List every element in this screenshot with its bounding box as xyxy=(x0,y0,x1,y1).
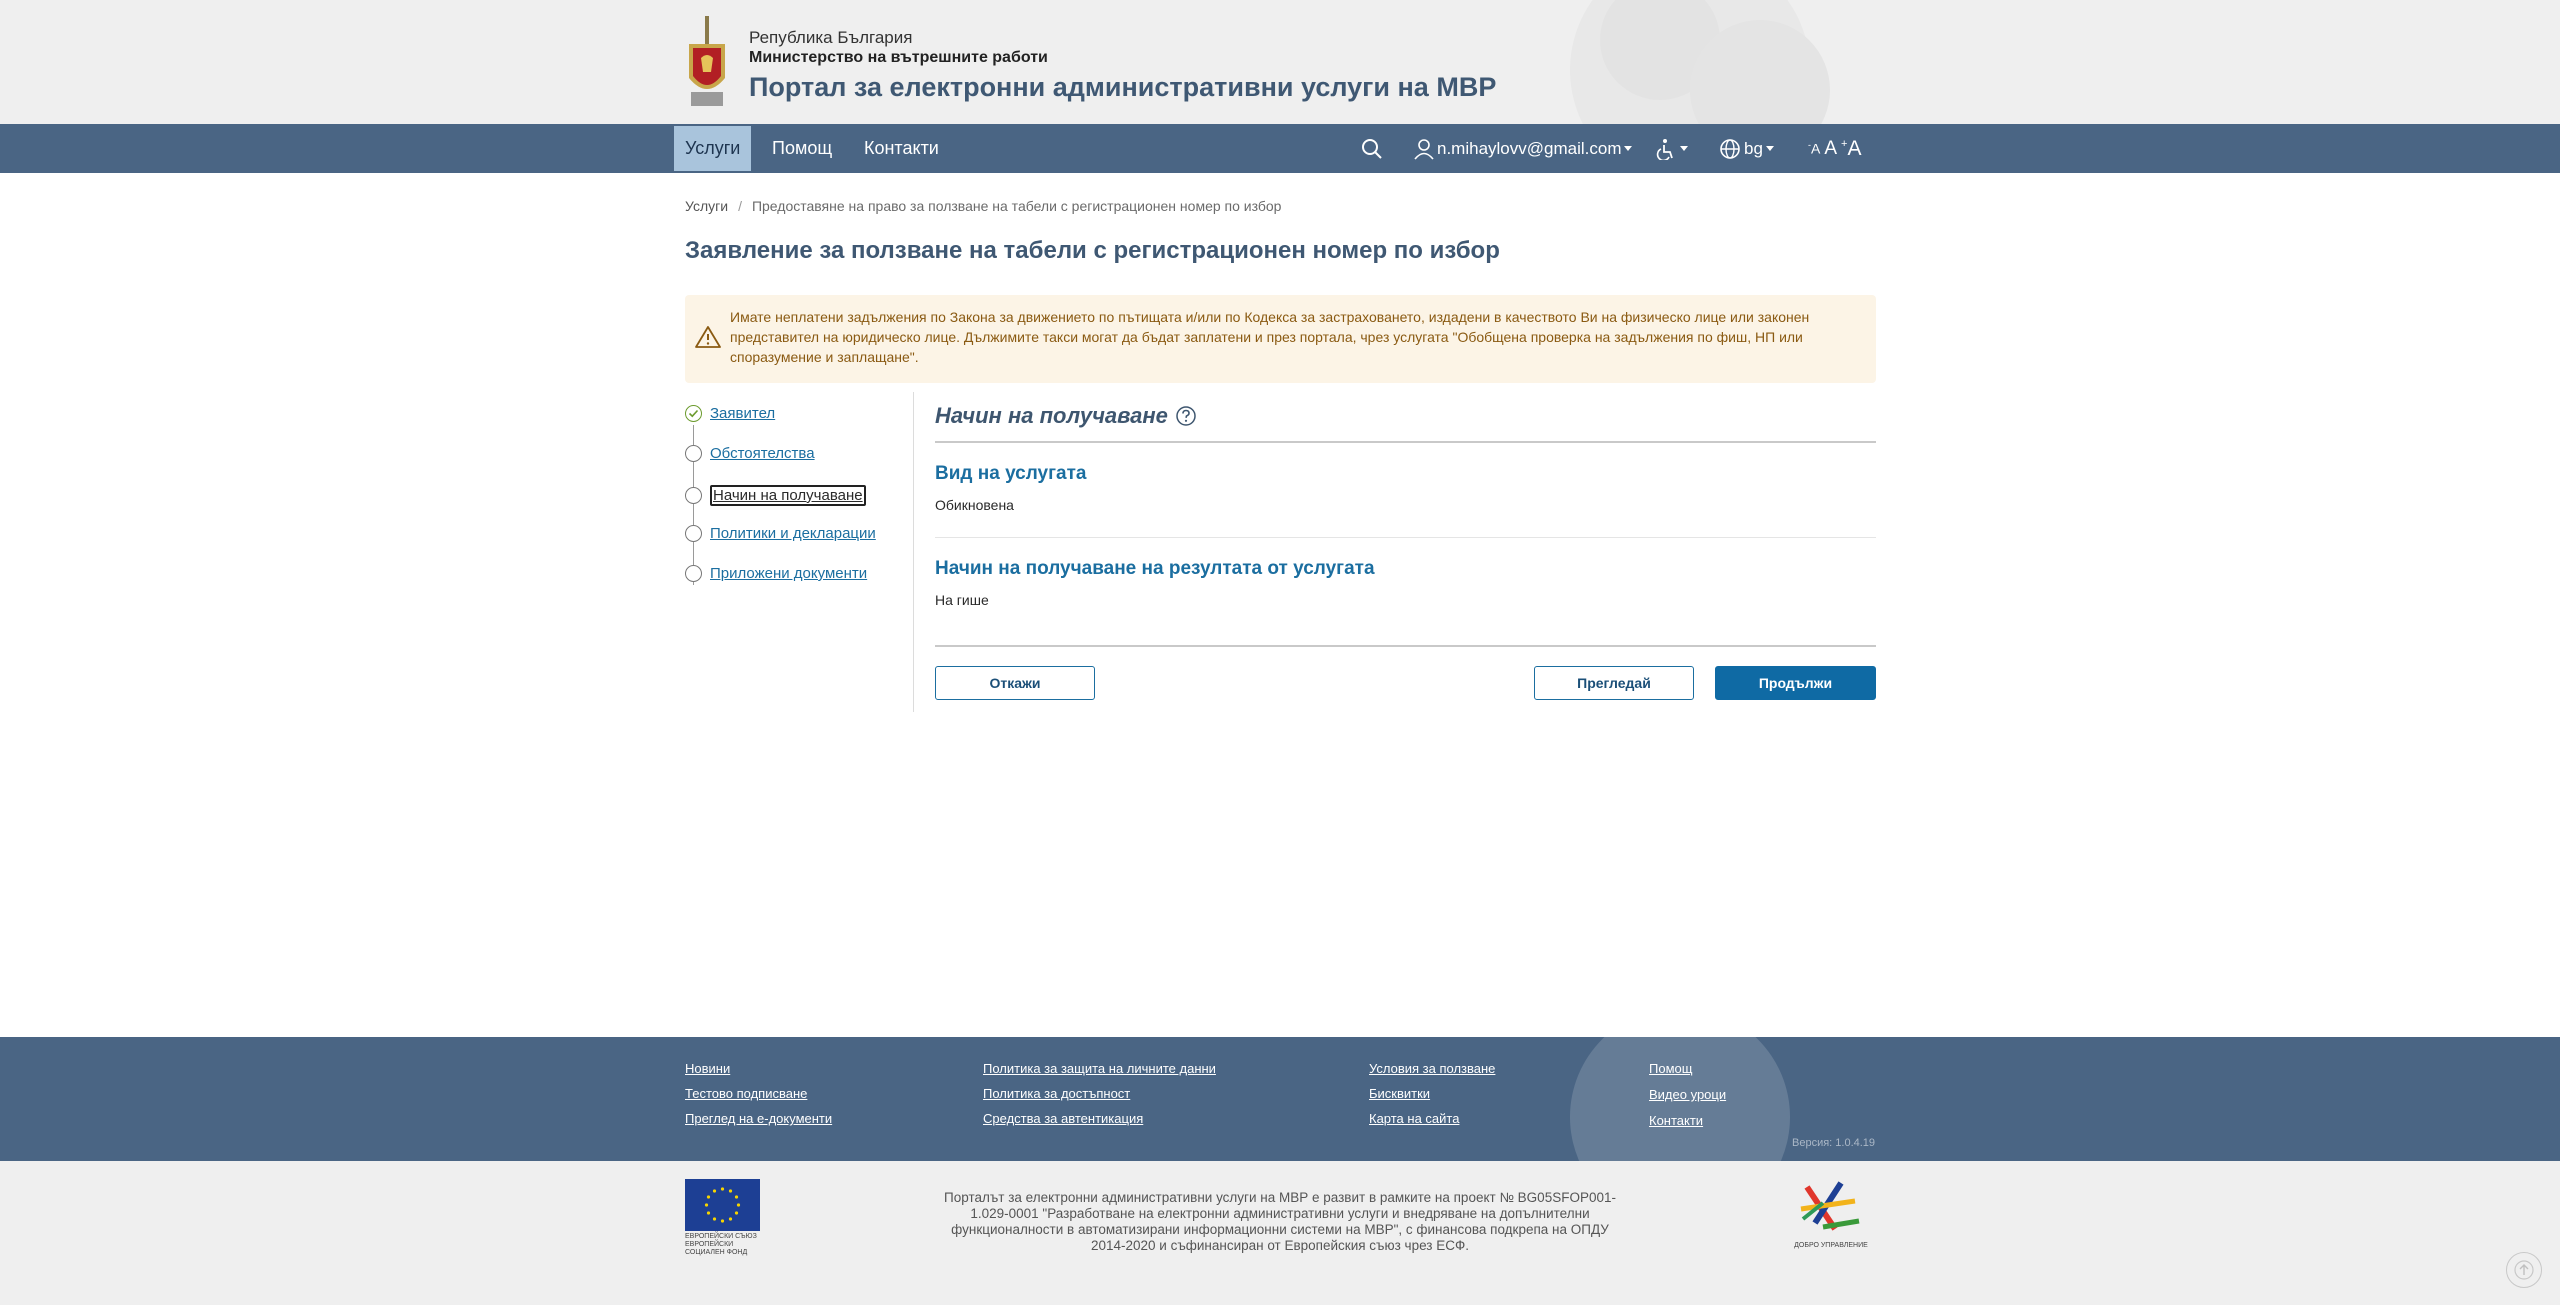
service-type-label: Вид на услугата xyxy=(935,463,1087,484)
header-titles: Република България Министерство на вътре… xyxy=(749,16,1496,104)
main-navigation: Услуги Помощ Контакти n.mihaylovv@gmail.… xyxy=(0,124,2560,173)
step-label[interactable]: Заявител xyxy=(710,405,775,422)
footer-link-authentication[interactable]: Средства за автентикация xyxy=(983,1111,1143,1126)
alert-message: Имате неплатени задължения по Закона за … xyxy=(730,309,1810,365)
form-panel: Начин на получаване Вид на услугата Обик… xyxy=(935,395,1876,647)
help-icon[interactable] xyxy=(1175,405,1197,427)
footer-link-help[interactable]: Помощ xyxy=(1649,1061,1692,1076)
footer-link-privacy[interactable]: Политика за защита на личните данни xyxy=(983,1061,1216,1076)
portal-title[interactable]: Портал за електронни административни усл… xyxy=(749,70,1496,104)
step-label[interactable]: Приложени документи xyxy=(710,565,867,582)
chevron-down-icon xyxy=(1765,146,1774,151)
good-governance-logo: ДОБРО УПРАВЛЕНИЕ xyxy=(1793,1179,1869,1249)
ministry-name: Министерство на вътрешните работи xyxy=(749,49,1048,66)
user-icon xyxy=(1414,138,1434,160)
section-divider xyxy=(935,441,1876,443)
user-email: n.mihaylovv@gmail.com xyxy=(1437,138,1622,158)
step-label[interactable]: Начин на получаване xyxy=(710,485,866,506)
step-circle-icon xyxy=(685,487,702,504)
sidebar-divider xyxy=(913,392,914,712)
accessibility-icon xyxy=(1656,138,1673,160)
font-reset-button[interactable]: A xyxy=(1824,138,1837,160)
language-menu[interactable]: bg xyxy=(1719,124,1774,173)
cancel-button[interactable]: Откажи xyxy=(935,666,1095,700)
lion-watermark-icon xyxy=(1570,0,1830,124)
section-title-text: Начин на получаване xyxy=(935,403,1168,428)
nav-item-help[interactable]: Помощ xyxy=(761,124,843,173)
funding-footer: ЕВРОПЕЙСКИ СЪЮЗ ЕВРОПЕЙСКИ СОЦИАЛЕН ФОНД… xyxy=(0,1161,2560,1305)
breadcrumb: Услуги / Предоставяне на право за ползване… xyxy=(685,198,1281,214)
language-code: bg xyxy=(1744,138,1763,158)
step-delivery-method[interactable]: Начин на получаване xyxy=(685,485,866,506)
step-policies[interactable]: Политики и декларации xyxy=(685,525,876,542)
delivery-method-value: На гише xyxy=(935,592,989,608)
search-button[interactable] xyxy=(1361,124,1383,173)
footer-link-sitemap[interactable]: Карта на сайта xyxy=(1369,1111,1459,1126)
good-governance-label: ДОБРО УПРАВЛЕНИЕ xyxy=(1794,1242,1868,1249)
project-description: Порталът за електронни административни у… xyxy=(944,1190,1616,1253)
breadcrumb-separator: / xyxy=(738,198,742,214)
scroll-to-top-button[interactable] xyxy=(2506,1252,2542,1288)
footer-link-test-signing[interactable]: Тестово подписване xyxy=(685,1086,807,1101)
footer-link-accessibility[interactable]: Политика за достъпност xyxy=(983,1086,1130,1101)
preview-button[interactable]: Прегледай xyxy=(1534,666,1694,700)
nav-item-contacts[interactable]: Контакти xyxy=(853,124,950,173)
font-increase-button[interactable]: +A xyxy=(1841,137,1861,161)
ministry-crest-icon[interactable] xyxy=(685,16,729,110)
footer-link-contacts[interactable]: Контакти xyxy=(1649,1113,1703,1128)
user-menu[interactable]: n.mihaylovv@gmail.com xyxy=(1414,124,1633,173)
arrow-up-icon xyxy=(2514,1260,2534,1280)
nav-item-services[interactable]: Услуги xyxy=(674,126,752,171)
breadcrumb-current: Предоставяне на право за ползване на таб… xyxy=(751,198,1282,214)
service-type-value: Обикновена xyxy=(935,497,1014,513)
chevron-down-icon xyxy=(1624,146,1633,151)
field-divider xyxy=(935,537,1876,538)
good-governance-icon xyxy=(1800,1181,1860,1231)
step-label[interactable]: Обстоятелства xyxy=(710,445,815,462)
step-circle-icon xyxy=(685,525,702,542)
check-circle-icon xyxy=(685,405,702,422)
footer-link-terms[interactable]: Условия за ползване xyxy=(1369,1061,1495,1076)
page-title: Заявление за ползване на табели с регист… xyxy=(685,237,1500,264)
footer-link-news[interactable]: Новини xyxy=(685,1061,730,1076)
accessibility-menu[interactable] xyxy=(1656,124,1688,173)
continue-button[interactable]: Продължи xyxy=(1715,666,1876,700)
step-label[interactable]: Политики и декларации xyxy=(710,525,876,542)
step-applicant[interactable]: Заявител xyxy=(685,405,775,422)
footer-link-cookies[interactable]: Бисквитки xyxy=(1369,1086,1430,1101)
step-circle-icon xyxy=(685,445,702,462)
footer-link-e-documents[interactable]: Преглед на е-документи xyxy=(685,1111,832,1126)
step-circle-icon xyxy=(685,565,702,582)
footer-link-video-tutorials[interactable]: Видео уроци xyxy=(1649,1087,1726,1102)
eu-flag-icon xyxy=(685,1179,760,1231)
globe-icon xyxy=(1720,138,1740,159)
country-name: Република България xyxy=(749,28,913,47)
warning-icon xyxy=(695,326,721,348)
chevron-down-icon xyxy=(1680,146,1688,151)
site-header: Република България Министерство на вътре… xyxy=(0,0,2560,124)
form-bottom-divider xyxy=(935,645,1876,647)
section-title: Начин на получаване xyxy=(935,403,1876,429)
warning-alert: Имате неплатени задължения по Закона за … xyxy=(685,295,1876,383)
step-attached-documents[interactable]: Приложени документи xyxy=(685,565,867,582)
step-circumstances[interactable]: Обстоятелства xyxy=(685,445,815,462)
font-decrease-button[interactable]: -A xyxy=(1808,140,1820,157)
breadcrumb-home[interactable]: Услуги xyxy=(685,198,728,214)
eu-label: ЕВРОПЕЙСКИ СЪЮЗ ЕВРОПЕЙСКИ СОЦИАЛЕН ФОНД xyxy=(685,1233,757,1256)
font-size-controls: -A A +A xyxy=(1808,124,1861,173)
delivery-method-label: Начин на получаване на резултата от услу… xyxy=(935,558,1375,579)
version-label: Версия: 1.0.4.19 xyxy=(1792,1137,1876,1149)
site-footer: Новини Тестово подписване Преглед на е-д… xyxy=(0,1037,2560,1161)
search-icon xyxy=(1362,138,1382,159)
